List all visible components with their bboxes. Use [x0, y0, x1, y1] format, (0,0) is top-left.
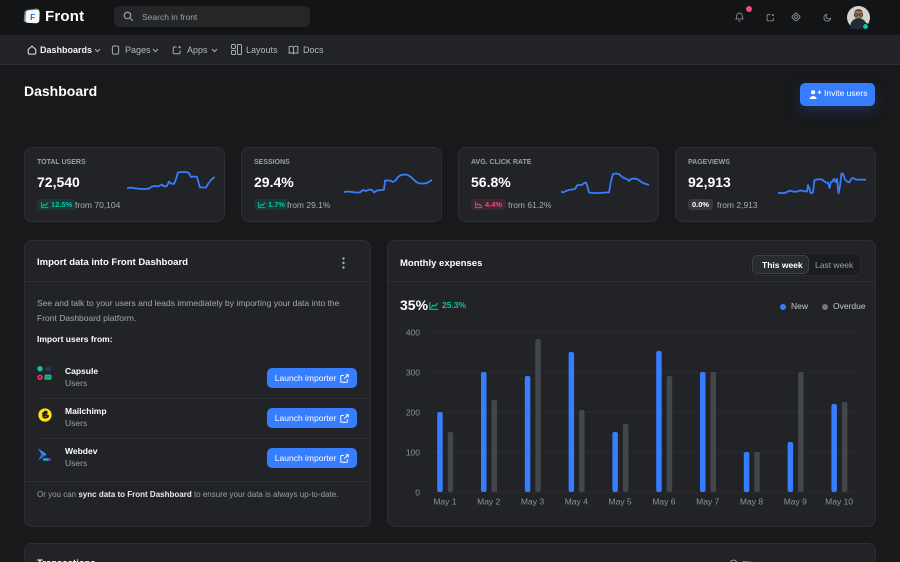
- svg-text:May 7: May 7: [696, 497, 719, 507]
- svg-text:May 2: May 2: [477, 497, 500, 507]
- svg-text:100: 100: [406, 448, 420, 458]
- svg-text:May 6: May 6: [652, 497, 675, 507]
- svg-text:F: F: [30, 12, 35, 22]
- svg-text:May 3: May 3: [521, 497, 544, 507]
- svg-text:May 10: May 10: [825, 497, 853, 507]
- svg-text:May 5: May 5: [609, 497, 632, 507]
- svg-text:May 4: May 4: [565, 497, 588, 507]
- svg-text:200: 200: [406, 408, 420, 418]
- svg-text:May 1: May 1: [433, 497, 456, 507]
- svg-text:400: 400: [406, 328, 420, 338]
- svg-text:May 9: May 9: [784, 497, 807, 507]
- svg-text:May 8: May 8: [740, 497, 763, 507]
- svg-text:300: 300: [406, 368, 420, 378]
- svg-text:0: 0: [415, 488, 420, 498]
